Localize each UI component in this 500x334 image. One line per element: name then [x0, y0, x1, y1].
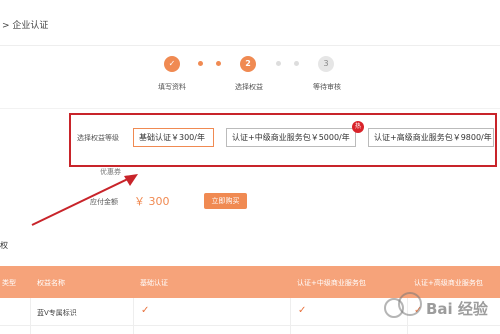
step-2-label: 选择权益	[235, 83, 263, 91]
th-benefit-name: 权益名称	[37, 279, 65, 287]
row-benefit-name: 蓝V专属标识	[37, 309, 77, 317]
step-dot	[276, 61, 281, 66]
amount-value: ￥ 300	[134, 195, 170, 208]
section-title: 权	[0, 241, 8, 250]
buy-now-button[interactable]: 立即购买	[204, 193, 247, 209]
th-basic: 基础认证	[140, 279, 168, 287]
step-3-circle: 3	[318, 56, 334, 72]
watermark-logo-icon	[398, 292, 422, 316]
th-type: 类型	[2, 279, 16, 287]
coupon-label: 优惠券	[100, 168, 121, 176]
watermark: Bai 经验	[384, 290, 500, 330]
progress-steps: ✓ 2 3 填写资料 选择权益 等待审核	[0, 46, 500, 106]
watermark-text: Bai 经验	[426, 300, 488, 318]
step-dot	[198, 61, 203, 66]
step-1-check-icon: ✓	[164, 56, 180, 72]
amount-label: 应付金额	[90, 198, 118, 206]
check-icon: ✓	[298, 305, 307, 316]
divider	[0, 108, 500, 109]
th-advanced: 认证+高级商业服务包	[414, 279, 483, 287]
column-divider	[290, 298, 291, 334]
column-divider	[30, 298, 31, 334]
step-1-label: 填写资料	[158, 83, 186, 91]
top-bar: > 企业认证	[0, 0, 500, 46]
step-3-label: 等待审核	[313, 83, 341, 91]
check-icon: ✓	[141, 305, 150, 316]
step-2-circle: 2	[240, 56, 256, 72]
breadcrumb[interactable]: > 企业认证	[2, 18, 48, 31]
step-dot	[216, 61, 221, 66]
th-intermediate: 认证+中级商业服务包	[297, 279, 366, 287]
column-divider	[133, 298, 134, 334]
step-dot	[294, 61, 299, 66]
highlight-box	[69, 113, 497, 167]
